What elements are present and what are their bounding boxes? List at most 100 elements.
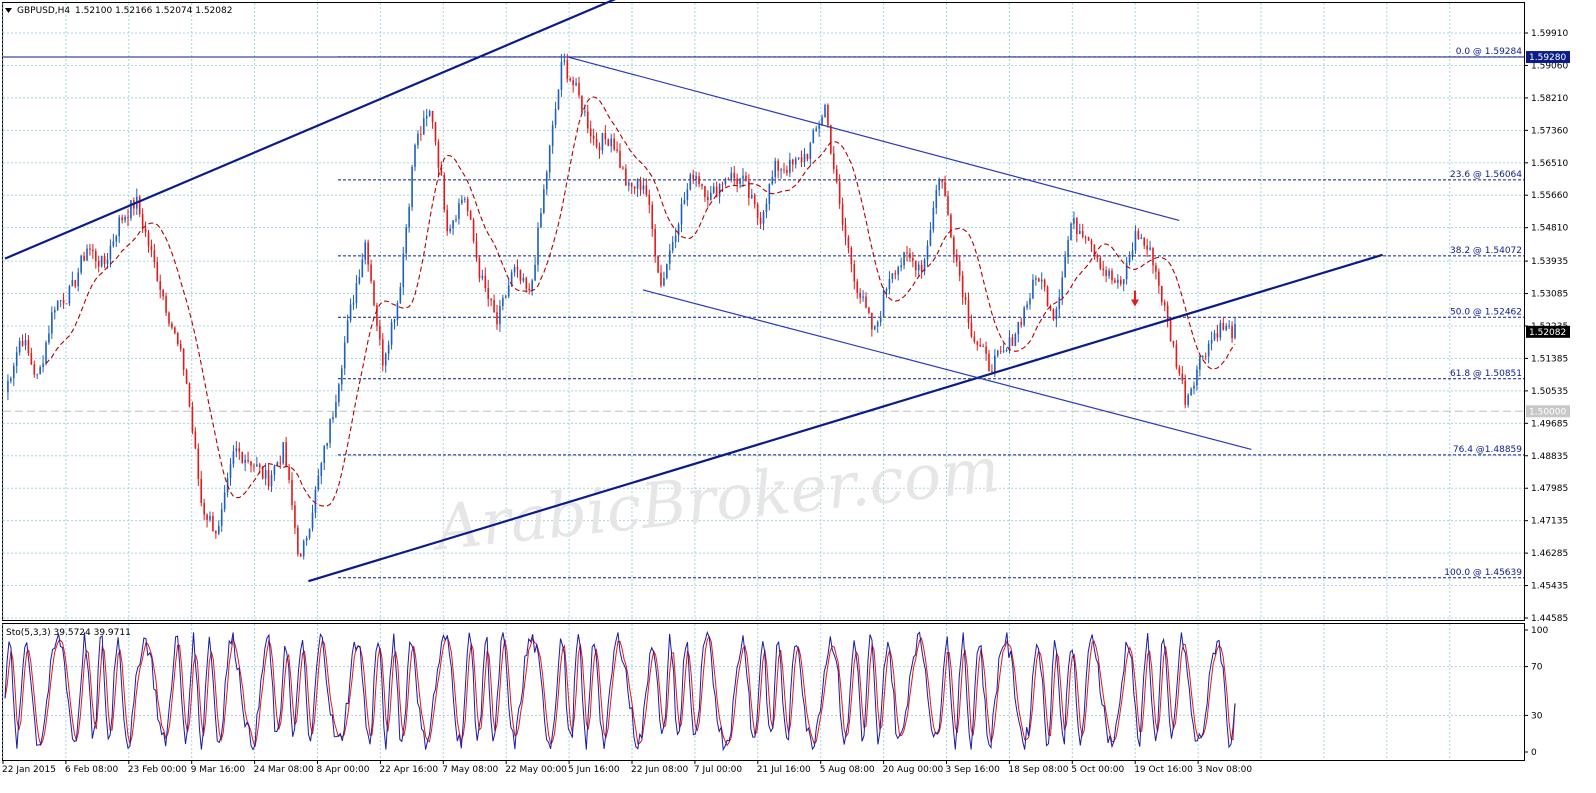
price-tick-label: 1.54810 <box>1531 224 1568 234</box>
candle-body <box>56 300 59 310</box>
candle-body <box>909 253 911 259</box>
candle-body <box>581 95 583 113</box>
candle-body <box>1134 231 1137 251</box>
candle-body <box>753 195 756 205</box>
price-tick-label: 1.55660 <box>1531 191 1568 201</box>
candle-body <box>970 322 973 337</box>
candle-body <box>1026 304 1028 308</box>
symbol-label: GBPUSD,H4 <box>17 6 70 16</box>
candle-body <box>1196 369 1198 386</box>
candle-body <box>253 465 255 467</box>
candle-body <box>525 277 528 289</box>
candle-body <box>557 89 560 110</box>
candle-body <box>124 216 126 221</box>
time-tick-label: 20 Aug 00:00 <box>883 765 944 775</box>
candle-body <box>332 416 334 420</box>
candle-body <box>326 443 328 446</box>
candle-body <box>1087 237 1090 241</box>
candle-body <box>531 280 533 291</box>
candle-body <box>381 339 384 366</box>
time-tick-label: 6 Feb 08:00 <box>65 765 119 775</box>
triangle-down-icon[interactable] <box>5 8 12 13</box>
time-tick-label: 5 Oct 00:00 <box>1071 765 1124 775</box>
candle-body <box>276 462 279 466</box>
candle-body <box>291 479 293 506</box>
candle-body <box>458 203 460 219</box>
candle-body <box>835 169 838 183</box>
candle-body <box>841 203 844 225</box>
time-tick-label: 9 Mar 16:00 <box>191 765 246 775</box>
candle-body <box>396 303 399 321</box>
candle-body <box>1067 240 1069 258</box>
candle-body <box>522 277 525 281</box>
candle-body <box>548 145 551 173</box>
candle-body <box>338 384 340 403</box>
candle-body <box>402 253 405 288</box>
candle-body <box>390 322 393 345</box>
chart-canvas[interactable]: 1.599101.590601.582101.573601.565101.556… <box>0 0 1596 790</box>
candle-body <box>1213 333 1216 340</box>
candle-body <box>97 261 100 267</box>
candle-body <box>663 278 665 286</box>
candle-body <box>311 512 314 529</box>
candle-body <box>929 229 932 246</box>
candle-body <box>305 538 308 541</box>
candle-body <box>1128 257 1131 263</box>
candle-body <box>1219 322 1222 338</box>
candle-body <box>1005 350 1008 351</box>
candle-body <box>1155 265 1157 272</box>
candle-body <box>89 248 91 250</box>
candle-body <box>294 505 296 528</box>
fib-label: 76.4 @1.48859 <box>1453 445 1522 455</box>
candle-body <box>100 255 103 267</box>
candle-body <box>24 339 27 346</box>
chart-root: 1.59910 1.59060 1.58210 1.57360 1.56510 1.556… <box>0 0 1596 790</box>
candle-body <box>1108 270 1110 277</box>
candle-body <box>83 255 85 261</box>
candle-body <box>806 154 809 160</box>
candle-body <box>671 241 674 251</box>
candle-body <box>256 464 258 467</box>
candle-body <box>241 451 244 463</box>
fib-label: 23.6 @ 1.56064 <box>1450 170 1522 180</box>
candle-body <box>463 198 466 200</box>
candle-body <box>437 141 440 168</box>
candle-body <box>45 342 47 364</box>
candle-body <box>551 124 554 146</box>
candle-body <box>950 214 952 238</box>
candle-body <box>724 178 727 185</box>
time-tick-label: 22 Jan 2015 <box>2 765 56 775</box>
candle-body <box>1064 257 1066 278</box>
candle-body <box>449 228 451 232</box>
candle-body <box>364 242 367 260</box>
stoch-tick-label: 30 <box>1531 711 1543 721</box>
candle-body <box>712 186 715 193</box>
candle-body <box>1035 278 1037 280</box>
candle-body <box>513 267 516 273</box>
candle-body <box>873 326 876 330</box>
candle-body <box>1029 298 1031 305</box>
candle-body <box>349 304 352 321</box>
candle-body <box>572 80 574 86</box>
candle-body <box>856 281 859 293</box>
candle-body <box>1190 388 1192 396</box>
candle-body <box>428 111 431 116</box>
candle-body <box>1099 258 1102 269</box>
candle-body <box>1152 247 1154 266</box>
candle-body <box>809 143 812 160</box>
candle-body <box>384 353 387 366</box>
candle-body <box>1146 245 1148 250</box>
candle-body <box>1184 380 1187 405</box>
candle-body <box>645 185 648 195</box>
candle-body <box>174 327 176 334</box>
candle-body <box>882 291 885 317</box>
stochastic-axis: 100 70 30 0 <box>1524 626 1548 758</box>
candle-body <box>1231 325 1233 339</box>
candle-body <box>1131 250 1134 258</box>
candle-body <box>768 184 771 204</box>
candle-body <box>431 111 434 123</box>
candle-body <box>692 174 695 180</box>
candle-body <box>1187 395 1189 405</box>
candle-body <box>519 269 522 281</box>
candle-body <box>36 374 39 376</box>
